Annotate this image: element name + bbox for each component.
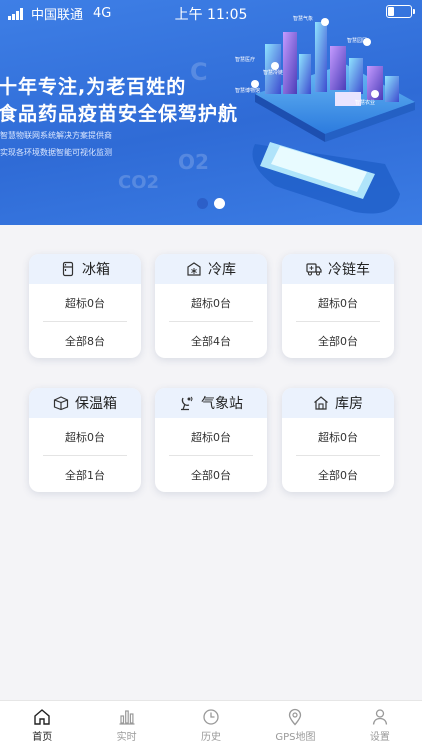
device-card-insulated-box[interactable]: 保温箱 超标0台 全部1台 xyxy=(29,388,141,492)
cold-chain-truck-icon xyxy=(306,263,322,276)
device-card-fridge[interactable]: 冰箱 超标0台 全部8台 xyxy=(29,254,141,358)
device-card-warehouse[interactable]: 库房 超标0台 全部0台 xyxy=(282,388,394,492)
carousel-dot[interactable] xyxy=(197,198,208,209)
smart-city-illustration: 智慧气象 智慧园区 智慧医疗 智慧冷链 智慧博物馆 智慧农业 xyxy=(235,15,415,214)
device-card-title: 库房 xyxy=(335,396,363,412)
over-limit-count[interactable]: 超标0台 xyxy=(155,418,267,455)
insulated-box-icon xyxy=(53,396,69,411)
over-limit-count[interactable]: 超标0台 xyxy=(29,418,141,455)
total-count[interactable]: 全部0台 xyxy=(282,456,394,492)
status-bar: 中国联通 4G 上午 11:05 xyxy=(0,0,422,24)
user-icon xyxy=(372,709,387,725)
tab-label: 历史 xyxy=(201,732,222,743)
location-pin-icon xyxy=(289,708,302,726)
banner-label-medical: 智慧医疗 xyxy=(235,56,255,63)
home-icon xyxy=(34,709,50,725)
banner-headline-2: 食品药品疫苗安全保驾护航 xyxy=(0,103,239,125)
decor-co2-text: CO2 xyxy=(118,172,160,193)
banner-subtitle-1: 智慧物联网系统解决方案提供商 xyxy=(0,131,112,140)
banner-label-agriculture: 智慧农业 xyxy=(355,99,375,106)
decor-o2-text: O2 xyxy=(178,150,209,174)
total-count[interactable]: 全部0台 xyxy=(155,456,267,492)
bottom-tab-bar: 首页 实时 历史 GPS地图 设置 xyxy=(0,700,422,750)
device-card-title: 冷链车 xyxy=(328,262,370,278)
device-card-title: 保温箱 xyxy=(75,396,117,412)
tab-settings[interactable]: 设置 xyxy=(338,701,422,750)
carousel-indicator xyxy=(0,198,422,209)
clock-time: 上午 11:05 xyxy=(174,7,248,23)
device-card-title: 冰箱 xyxy=(82,262,110,278)
tab-home[interactable]: 首页 xyxy=(0,701,84,750)
banner-label-coldchain: 智慧冷链 xyxy=(263,69,283,76)
banner-subtitle-2: 实现各环境数据智能可视化监测 xyxy=(0,148,112,157)
cold-storage-icon xyxy=(187,262,201,276)
total-count[interactable]: 全部8台 xyxy=(29,322,141,358)
total-count[interactable]: 全部1台 xyxy=(29,456,141,492)
fridge-icon xyxy=(62,261,74,277)
over-limit-count[interactable]: 超标0台 xyxy=(282,418,394,455)
clock-icon xyxy=(203,709,219,725)
total-count[interactable]: 全部0台 xyxy=(282,322,394,358)
tab-label: GPS地图 xyxy=(275,732,316,743)
tab-realtime[interactable]: 实时 xyxy=(84,701,168,750)
banner-label-park: 智慧园区 xyxy=(347,37,367,44)
over-limit-count[interactable]: 超标0台 xyxy=(155,284,267,321)
device-card-title: 冷库 xyxy=(208,262,236,278)
over-limit-count[interactable]: 超标0台 xyxy=(282,284,394,321)
decor-c-text: C xyxy=(190,58,208,86)
battery-icon xyxy=(386,5,415,18)
device-card-title: 气象站 xyxy=(201,396,243,412)
weather-station-icon xyxy=(181,396,193,411)
total-count[interactable]: 全部4台 xyxy=(155,322,267,358)
banner-label-museum: 智慧博物馆 xyxy=(235,87,260,94)
promo-banner[interactable]: O2 CO2 C 十年专注,为老百姓的 食品药品疫苗安全保驾护航 智慧物联网系统… xyxy=(0,0,422,225)
device-card-weather-station[interactable]: 气象站 超标0台 全部0台 xyxy=(155,388,267,492)
banner-headline-1: 十年专注,为老百姓的 xyxy=(0,76,187,98)
tab-label: 实时 xyxy=(116,732,137,743)
device-card-cold-chain-truck[interactable]: 冷链车 超标0台 全部0台 xyxy=(282,254,394,358)
tab-label: 设置 xyxy=(369,732,390,743)
tab-history[interactable]: 历史 xyxy=(169,701,253,750)
warehouse-icon xyxy=(314,396,328,410)
device-card-cold-storage[interactable]: 冷库 超标0台 全部4台 xyxy=(155,254,267,358)
bar-chart-icon xyxy=(119,710,135,725)
tab-label: 首页 xyxy=(32,732,53,743)
carousel-dot[interactable] xyxy=(214,198,225,209)
over-limit-count[interactable]: 超标0台 xyxy=(29,284,141,321)
tab-gps-map[interactable]: GPS地图 xyxy=(253,701,337,750)
